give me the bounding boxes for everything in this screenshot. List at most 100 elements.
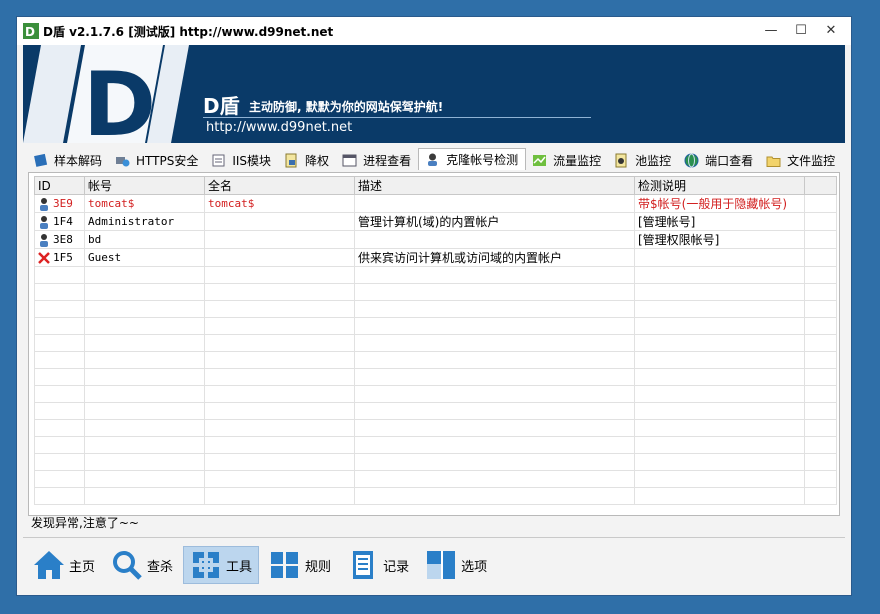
nav-rules[interactable]: 规则 bbox=[263, 547, 337, 583]
empty-cell bbox=[354, 419, 635, 437]
empty-cell bbox=[354, 368, 635, 386]
table-row bbox=[34, 436, 837, 454]
banner-url[interactable]: http://www.d99net.net bbox=[206, 120, 352, 135]
empty-cell bbox=[354, 487, 635, 505]
lock-doc-icon bbox=[285, 153, 297, 167]
table-row bbox=[34, 402, 837, 420]
tab-https[interactable]: HTTPS安全 bbox=[109, 150, 205, 170]
empty-cell bbox=[804, 351, 837, 369]
table-row[interactable]: 3E9 tomcat$ tomcat$ 带$帐号(一般用于隐藏帐号) bbox=[34, 194, 837, 213]
nav-options[interactable]: 选项 bbox=[419, 547, 493, 583]
tab-label: 文件监控 bbox=[787, 153, 836, 168]
empty-cell bbox=[204, 385, 355, 403]
nav-label: 记录 bbox=[383, 559, 410, 575]
table-row[interactable]: 3E8 bd [管理权限帐号] bbox=[34, 230, 837, 249]
empty-cell bbox=[204, 436, 355, 454]
banner: D D盾 主动防御, 默默为你的网站保驾护航! http://www.d99ne… bbox=[23, 45, 845, 143]
title-bar[interactable]: D D盾 v2.1.7.6 [测试版] http://www.d99net.ne… bbox=[17, 17, 851, 45]
empty-cell bbox=[804, 300, 837, 318]
col-account[interactable]: 帐号 bbox=[84, 176, 205, 195]
grid-icon bbox=[271, 552, 299, 578]
table-row bbox=[34, 283, 837, 301]
tools-icon bbox=[190, 550, 223, 580]
id-text: 3E8 bbox=[53, 233, 73, 246]
empty-cell bbox=[804, 266, 837, 284]
network-icon bbox=[116, 156, 130, 166]
tab-port[interactable]: 端口查看 bbox=[678, 150, 760, 170]
empty-cell bbox=[354, 266, 635, 284]
nav-log[interactable]: 记录 bbox=[341, 547, 415, 583]
tab-file-monitor[interactable]: 文件监控 bbox=[760, 150, 842, 170]
empty-cell bbox=[634, 283, 805, 301]
tab-privilege[interactable]: 降权 bbox=[278, 150, 336, 170]
nav-label: 工具 bbox=[226, 559, 253, 575]
col-note[interactable]: 检测说明 bbox=[634, 176, 805, 195]
table-row bbox=[34, 470, 837, 488]
tab-sample-decode[interactable]: 样本解码 bbox=[27, 150, 109, 170]
cell-description bbox=[354, 230, 635, 249]
clone-account-panel: ID 帐号 全名 描述 检测说明 3E9 tomcat$ tomcat$ 带$帐号(一… bbox=[28, 172, 840, 516]
account-table[interactable]: ID 帐号 全名 描述 检测说明 3E9 tomcat$ tomcat$ 带$帐号(一… bbox=[34, 176, 837, 506]
d-shield-logo: D bbox=[23, 45, 189, 143]
app-logo-icon: D bbox=[23, 23, 39, 39]
col-id[interactable]: ID bbox=[34, 176, 85, 195]
cell-description: 供来宾访问计算机或访问域的内置帐户 bbox=[354, 248, 635, 267]
id-text: 3E9 bbox=[53, 197, 73, 210]
pool-icon bbox=[615, 153, 627, 167]
cell-id: 1F5 bbox=[34, 248, 85, 267]
cell-note: 带$帐号(一般用于隐藏帐号) bbox=[634, 194, 805, 213]
module-icon bbox=[212, 154, 225, 166]
empty-cell bbox=[84, 283, 205, 301]
table-row bbox=[34, 351, 837, 369]
tab-iis-module[interactable]: IIS模块 bbox=[205, 150, 278, 170]
table-row bbox=[34, 419, 837, 437]
empty-cell bbox=[804, 453, 837, 471]
cell-description bbox=[354, 194, 635, 213]
cell-fullname: tomcat$ bbox=[204, 194, 355, 213]
log-icon bbox=[353, 551, 374, 579]
close-button[interactable]: ✕ bbox=[821, 23, 841, 39]
empty-cell bbox=[804, 283, 837, 301]
empty-cell bbox=[204, 300, 355, 318]
id-text: 1F5 bbox=[53, 251, 73, 264]
cell-note bbox=[634, 248, 805, 267]
empty-cell bbox=[354, 317, 635, 335]
table-row bbox=[34, 266, 837, 284]
empty-cell bbox=[84, 334, 205, 352]
cell-note: [管理权限帐号] bbox=[634, 230, 805, 249]
tab-label: 克隆帐号检测 bbox=[446, 153, 519, 167]
nav-label: 主页 bbox=[69, 559, 96, 575]
col-description[interactable]: 描述 bbox=[354, 176, 635, 195]
cell-id: 3E9 bbox=[34, 194, 85, 213]
col-fullname[interactable]: 全名 bbox=[204, 176, 355, 195]
empty-cell bbox=[34, 300, 85, 318]
tab-clone-account[interactable]: 克隆帐号检测 bbox=[418, 148, 527, 170]
nav-home[interactable]: 主页 bbox=[27, 547, 101, 583]
maximize-button[interactable]: ☐ bbox=[791, 23, 811, 39]
empty-cell bbox=[354, 385, 635, 403]
window-icon bbox=[342, 154, 357, 166]
tab-process[interactable]: 进程查看 bbox=[336, 150, 418, 170]
cell-account: tomcat$ bbox=[84, 194, 205, 213]
empty-cell bbox=[34, 385, 85, 403]
empty-cell bbox=[804, 248, 837, 267]
empty-cell bbox=[804, 385, 837, 403]
tab-traffic[interactable]: 流量监控 bbox=[526, 150, 608, 170]
empty-cell bbox=[804, 194, 837, 213]
tab-label: 降权 bbox=[305, 153, 330, 168]
empty-cell bbox=[804, 212, 837, 231]
empty-cell bbox=[634, 402, 805, 420]
empty-cell bbox=[354, 453, 635, 471]
minimize-button[interactable]: — bbox=[761, 23, 781, 39]
bottom-nav: 主页 查杀 工具 规则 记录 选项 bbox=[23, 537, 845, 592]
nav-tools[interactable]: 工具 bbox=[183, 546, 260, 584]
empty-cell bbox=[34, 283, 85, 301]
table-row[interactable]: 1F4 Administrator 管理计算机(域)的内置帐户 [管理帐号] bbox=[34, 212, 837, 231]
nav-scan[interactable]: 查杀 bbox=[105, 547, 179, 583]
table-row[interactable]: 1F5 Guest 供来宾访问计算机或访问域的内置帐户 bbox=[34, 248, 837, 267]
user-icon bbox=[428, 153, 438, 166]
empty-cell bbox=[804, 368, 837, 386]
tab-pool[interactable]: 池监控 bbox=[608, 150, 678, 170]
cell-fullname bbox=[204, 212, 355, 231]
empty-cell bbox=[34, 436, 85, 454]
